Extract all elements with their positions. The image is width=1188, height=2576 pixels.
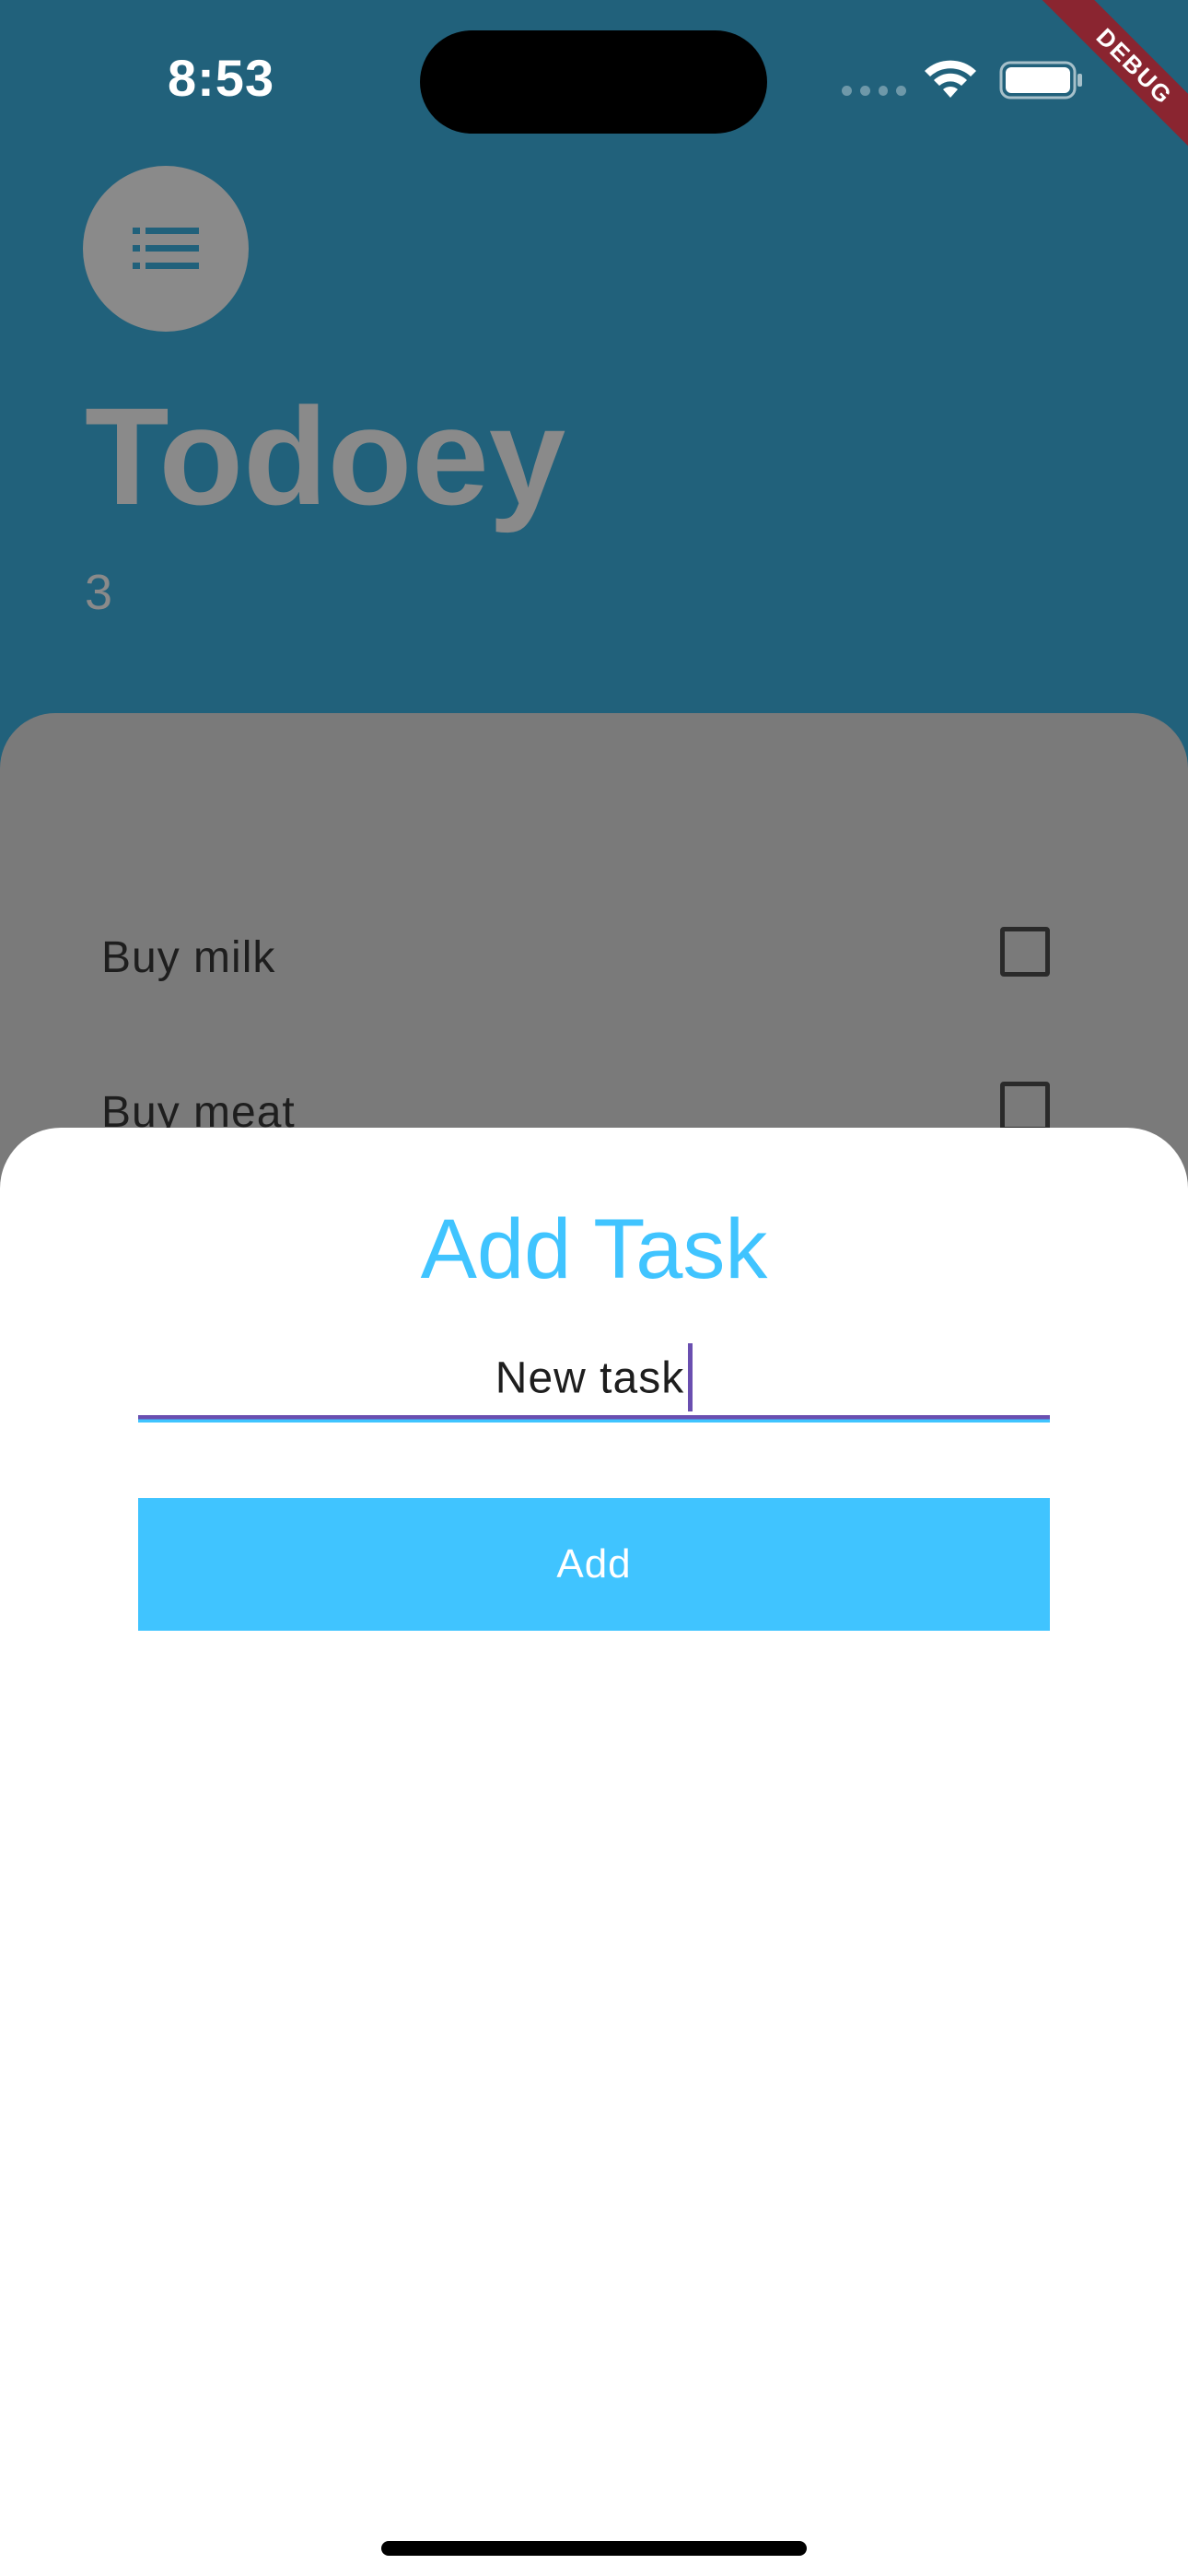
task-input-value: New task xyxy=(495,1353,685,1403)
dynamic-island xyxy=(420,30,767,134)
add-button[interactable]: Add xyxy=(138,1498,1050,1631)
add-task-sheet: Add Task New task Add xyxy=(0,1128,1188,2576)
task-input[interactable]: New task xyxy=(138,1321,1050,1423)
debug-banner-label: DEBUG xyxy=(1023,0,1188,178)
task-row[interactable]: Buy milk xyxy=(101,912,1050,1004)
wifi-icon xyxy=(925,60,976,98)
home-indicator[interactable] xyxy=(381,2541,807,2556)
cellular-signal-icon xyxy=(842,86,906,99)
task-input-text[interactable]: New task xyxy=(138,1343,1050,1415)
list-icon xyxy=(133,228,199,269)
task-label: Buy milk xyxy=(101,933,276,982)
list-icon-button[interactable] xyxy=(83,166,249,332)
task-checkbox[interactable] xyxy=(1000,1082,1050,1131)
add-task-title: Add Task xyxy=(420,1202,768,1296)
debug-banner: DEBUG xyxy=(1004,0,1188,184)
task-count: 3 xyxy=(85,565,113,620)
task-checkbox[interactable] xyxy=(1000,927,1050,977)
status-time: 8:53 xyxy=(168,49,275,107)
app-title: Todoey xyxy=(85,379,566,533)
task-input-underline xyxy=(138,1415,1050,1423)
text-cursor xyxy=(688,1343,693,1411)
